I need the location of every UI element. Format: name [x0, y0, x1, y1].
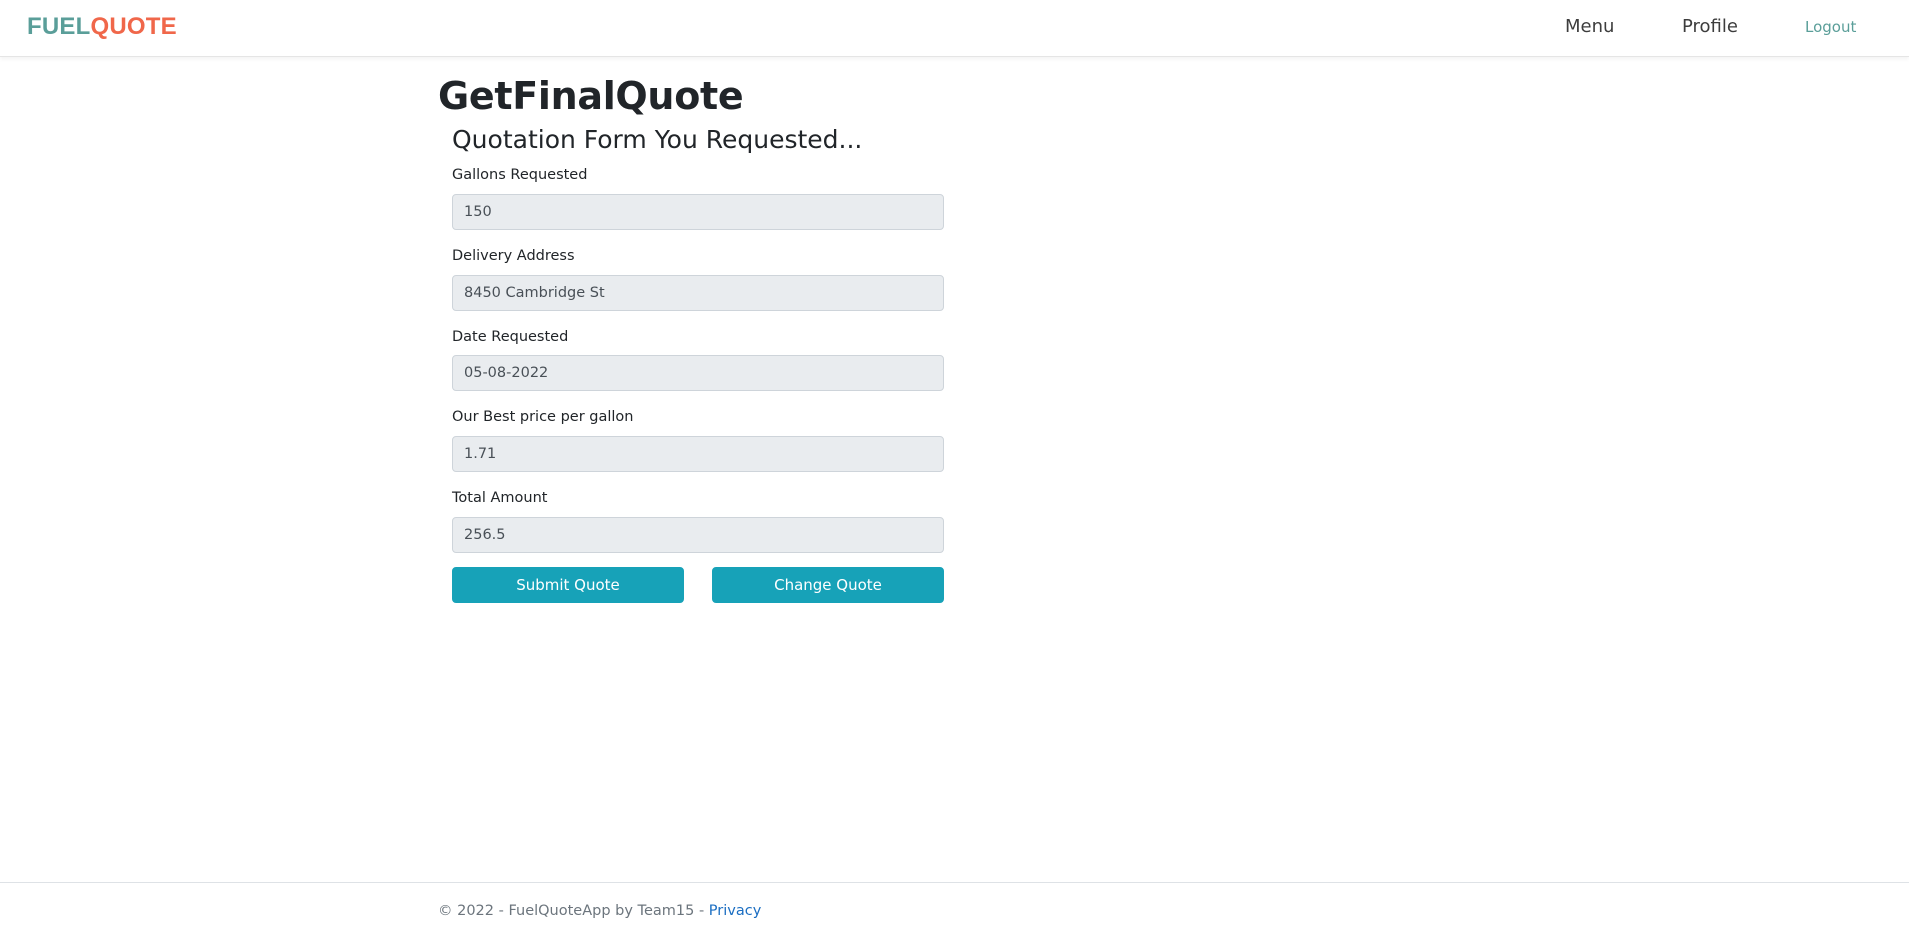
gallons-label: Gallons Requested [452, 167, 588, 183]
price-label: Our Best price per gallon [452, 409, 634, 425]
date-field[interactable] [452, 355, 944, 391]
brand-logo-link[interactable]: FUELQUOTE [27, 13, 177, 41]
nav-profile-link[interactable]: Profile [1682, 16, 1738, 37]
brand-quote-text: QUOTE [90, 13, 177, 40]
address-label: Delivery Address [452, 248, 575, 264]
total-label: Total Amount [452, 490, 548, 506]
footer-copyright: © 2022 - FuelQuoteApp by Team15 - [438, 903, 709, 919]
gallons-field[interactable] [452, 194, 944, 230]
footer-text-container: © 2022 - FuelQuoteApp by Team15 - Privac… [438, 903, 761, 919]
nav-menu-link[interactable]: Menu [1565, 16, 1614, 37]
change-quote-button[interactable]: Change Quote [712, 567, 944, 603]
total-field[interactable] [452, 517, 944, 553]
privacy-link[interactable]: Privacy [709, 903, 762, 919]
page-title: GetFinalQuote [438, 74, 744, 118]
submit-quote-button[interactable]: Submit Quote [452, 567, 684, 603]
footer: © 2022 - FuelQuoteApp by Team15 - Privac… [0, 882, 1909, 928]
brand-fuel-text: FUEL [27, 13, 91, 40]
navbar: FUELQUOTE Menu Profile Logout [0, 0, 1909, 57]
nav-logout-link[interactable]: Logout [1805, 18, 1856, 36]
address-field[interactable] [452, 275, 944, 311]
date-label: Date Requested [452, 329, 569, 345]
price-field[interactable] [452, 436, 944, 472]
form-title: Quotation Form You Requested... [452, 125, 863, 154]
